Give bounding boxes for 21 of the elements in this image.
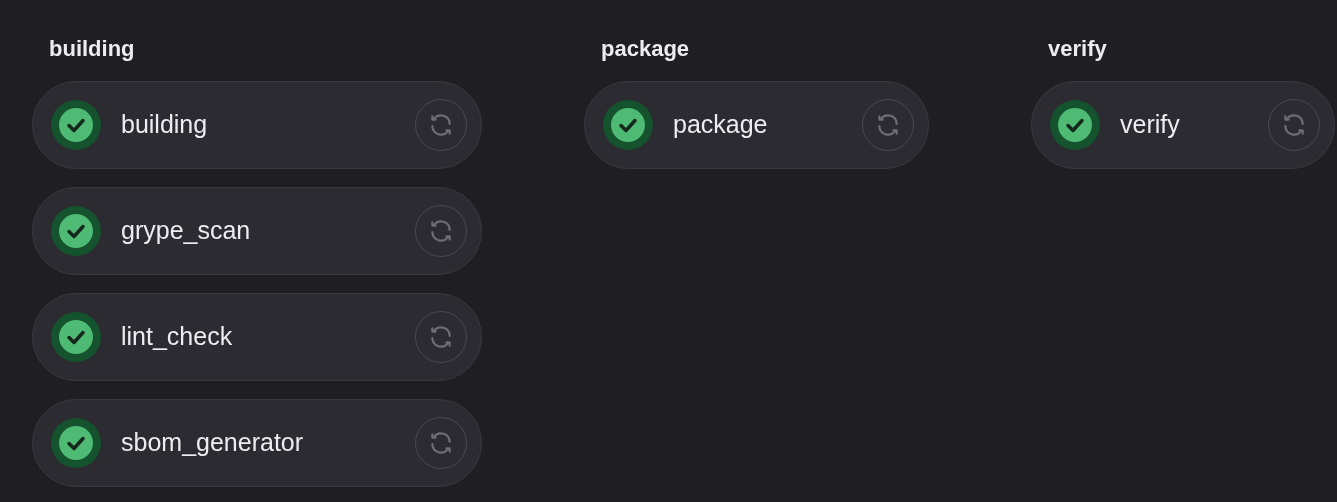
job-name: package [673, 109, 768, 141]
job-name: verify [1120, 109, 1180, 141]
refresh-icon [428, 218, 454, 244]
stage-title: verify [1047, 35, 1107, 63]
job-pill[interactable]: building [32, 81, 482, 169]
stage-title: package [600, 35, 690, 63]
stage-title: building [48, 35, 135, 63]
refresh-icon [875, 112, 901, 138]
job-pill[interactable]: grype_scan [32, 187, 482, 275]
job-pill[interactable]: sbom_generator [32, 399, 482, 487]
job-name: building [121, 109, 208, 141]
refresh-icon [428, 112, 454, 138]
refresh-icon [428, 430, 454, 456]
job-pill[interactable]: verify [1031, 81, 1335, 169]
job-pill[interactable]: package [584, 81, 929, 169]
job-name: lint_check [121, 321, 233, 353]
job-name: grype_scan [121, 215, 251, 247]
job-name: sbom_generator [121, 427, 304, 459]
job-pill[interactable]: lint_check [32, 293, 482, 381]
refresh-icon [1281, 112, 1307, 138]
refresh-icon [428, 324, 454, 350]
